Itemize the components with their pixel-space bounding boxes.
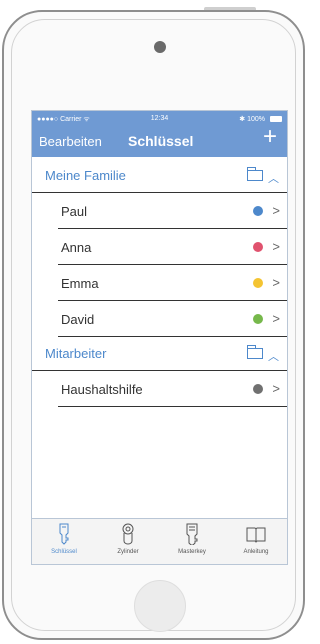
book-icon — [246, 527, 266, 543]
color-dot — [253, 206, 263, 216]
folder-icon[interactable] — [247, 345, 263, 359]
chevron-right-icon: > — [272, 239, 280, 254]
home-button[interactable] — [134, 580, 186, 632]
chevron-up-icon[interactable]: ︿ — [268, 348, 279, 364]
section-header-meine-familie[interactable]: Meine Familie ︿ — [32, 158, 287, 193]
tab-label: Schlüssel — [51, 549, 77, 555]
list-item[interactable]: Haushaltshilfe > — [58, 371, 287, 407]
key-name: Paul — [61, 204, 88, 219]
status-bar: ●●●●○ Carrier ᯤ 12:34 ✱ 100% — [32, 115, 287, 125]
chevron-up-icon[interactable]: ︿ — [268, 170, 279, 186]
list-item[interactable]: Anna > — [58, 229, 287, 265]
navigation-bar: ●●●●○ Carrier ᯤ 12:34 ✱ 100% Bearbeiten … — [32, 111, 287, 157]
tab-zylinder[interactable]: Zylinder — [96, 523, 160, 555]
color-dot — [253, 278, 263, 288]
tab-label: Zylinder — [117, 549, 139, 555]
key-name: Emma — [61, 276, 99, 291]
section-label: Meine Familie — [45, 168, 126, 183]
chevron-right-icon: > — [272, 311, 280, 326]
tab-label: Masterkey — [178, 549, 206, 555]
edit-button[interactable]: Bearbeiten — [39, 134, 102, 149]
camera-icon — [154, 41, 166, 53]
chevron-right-icon: > — [272, 381, 280, 396]
tab-anleitung[interactable]: Anleitung — [224, 523, 287, 555]
cylinder-icon — [122, 523, 134, 545]
color-dot — [253, 384, 263, 394]
color-dot — [253, 314, 263, 324]
section-label: Mitarbeiter — [45, 346, 107, 361]
folder-icon[interactable] — [247, 167, 263, 181]
tab-masterkey[interactable]: Masterkey — [160, 523, 224, 555]
battery-icon — [270, 116, 282, 122]
app-screen: ●●●●○ Carrier ᯤ 12:34 ✱ 100% Bearbeiten … — [31, 110, 288, 565]
tab-bar: Schlüssel Zylinder Masterkey Anleitung — [32, 518, 287, 564]
chevron-right-icon: > — [272, 203, 280, 218]
masterkey-icon — [186, 523, 198, 545]
key-name: David — [61, 312, 95, 327]
page-title: Schlüssel — [128, 133, 194, 149]
list-item[interactable]: David > — [58, 301, 287, 337]
key-name: Haushaltshilfe — [61, 382, 143, 397]
color-dot — [253, 242, 263, 252]
list-item[interactable]: Paul > — [58, 193, 287, 229]
chevron-right-icon: > — [272, 275, 280, 290]
section-header-mitarbeiter[interactable]: Mitarbeiter ︿ — [32, 336, 287, 371]
key-icon — [59, 523, 69, 545]
tab-schluessel[interactable]: Schlüssel — [32, 523, 96, 555]
list-item[interactable]: Emma > — [58, 265, 287, 301]
tab-label: Anleitung — [243, 549, 269, 555]
add-button[interactable]: + — [263, 125, 277, 149]
key-name: Anna — [61, 240, 92, 255]
battery-percent: ✱ 100% — [239, 116, 265, 123]
